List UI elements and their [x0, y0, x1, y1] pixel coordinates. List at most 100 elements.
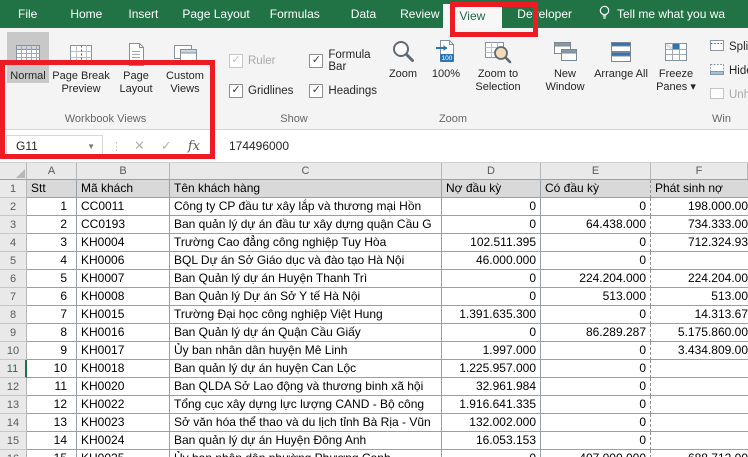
tab-view[interactable]: View [443, 4, 503, 28]
cell[interactable]: 0 [442, 216, 541, 234]
cell[interactable]: 1.391.635.300 [442, 306, 541, 324]
cell[interactable]: Ủy ban nhân dân phường Phương Canh [170, 450, 442, 457]
column-header[interactable]: B [77, 163, 170, 180]
cell[interactable]: KH0022 [77, 396, 170, 414]
cell[interactable]: KH0007 [77, 270, 170, 288]
cell[interactable] [651, 378, 748, 396]
tell-me-box[interactable]: Tell me what you wa [598, 5, 748, 23]
cell[interactable]: Trường Cao đẳng công nghiệp Tuy Hòa [170, 234, 442, 252]
cell[interactable]: BQL Dự án Sở Giáo dục và đào tạo Hà Nội [170, 252, 442, 270]
arrange-all-button[interactable]: Arrange All [593, 32, 649, 81]
cell[interactable]: 0 [442, 270, 541, 288]
cell[interactable]: 12 [27, 396, 77, 414]
cell[interactable]: 4 [27, 252, 77, 270]
tab-formulas[interactable]: Formulas [270, 7, 320, 21]
page-break-preview-button[interactable]: Page Break Preview [49, 32, 113, 95]
cell[interactable]: 86.289.287 [541, 324, 651, 342]
row-header[interactable]: 15 [0, 432, 27, 450]
new-window-button[interactable]: New Window [537, 32, 593, 93]
row-header[interactable]: 10 [0, 342, 27, 360]
cell[interactable]: 14.313.67 [651, 306, 748, 324]
cell[interactable]: 5 [27, 270, 77, 288]
insert-function-icon[interactable]: fx [180, 139, 208, 154]
row-header[interactable]: 14 [0, 414, 27, 432]
chevron-down-icon[interactable]: ▼ [80, 142, 102, 151]
cell[interactable] [651, 396, 748, 414]
cell[interactable]: 407.000.000 [541, 450, 651, 457]
cell[interactable]: Ủy ban nhân dân huyện Mê Linh [170, 342, 442, 360]
row-header[interactable]: 12 [0, 378, 27, 396]
cell[interactable]: Sở văn hóa thể thao và du lịch tỉnh Bà R… [170, 414, 442, 432]
cell[interactable]: KH0006 [77, 252, 170, 270]
unhide-button[interactable]: Unhide [709, 87, 748, 103]
cell[interactable]: 15 [27, 450, 77, 457]
row-header[interactable]: 1 [0, 180, 27, 198]
cell[interactable]: KH0017 [77, 342, 170, 360]
cell[interactable]: 0 [442, 450, 541, 457]
cell[interactable]: 3 [27, 234, 77, 252]
cell[interactable]: 0 [541, 252, 651, 270]
split-button[interactable]: Split [709, 39, 748, 55]
cell[interactable]: Stt [27, 180, 77, 198]
zoom-to-selection-button[interactable]: Zoom to Selection [467, 32, 529, 93]
cell[interactable]: 0 [541, 342, 651, 360]
row-header[interactable]: 11 [0, 360, 27, 378]
freeze-panes-button[interactable]: Freeze Panes ▾ [649, 32, 703, 93]
cell[interactable]: 0 [541, 234, 651, 252]
tab-data[interactable]: Data [351, 7, 376, 21]
cell[interactable]: Tổng cục xây dựng lực lượng CAND - Bộ cô… [170, 396, 442, 414]
cell[interactable]: 14 [27, 432, 77, 450]
cell[interactable]: 688.712.00 [651, 450, 748, 457]
cell[interactable]: CC0193 [77, 216, 170, 234]
cell[interactable]: KH0023 [77, 414, 170, 432]
cell[interactable]: 1.916.641.335 [442, 396, 541, 414]
cell[interactable]: 7 [27, 306, 77, 324]
cell[interactable]: 0 [442, 198, 541, 216]
cancel-icon[interactable]: ✕ [126, 138, 153, 154]
enter-icon[interactable]: ✓ [153, 138, 180, 154]
column-header[interactable]: C [170, 163, 442, 180]
cell[interactable]: KH0025 [77, 450, 170, 457]
cell[interactable]: Ban QLDA Sở Lao động và thương binh xã h… [170, 378, 442, 396]
select-all-corner[interactable] [0, 163, 27, 180]
row-header[interactable]: 9 [0, 324, 27, 342]
row-header[interactable]: 7 [0, 288, 27, 306]
cell[interactable]: 712.324.93 [651, 234, 748, 252]
cell[interactable]: Ban quản lý dự án Huyện Đông Anh [170, 432, 442, 450]
normal-view-button[interactable]: Normal [7, 32, 49, 83]
zoom-button[interactable]: Zoom [381, 32, 425, 81]
headings-checkbox[interactable]: ✓ Headings [309, 78, 377, 104]
cell[interactable]: Công ty CP đầu tư xây lắp và thương mại … [170, 198, 442, 216]
cell[interactable]: 16.053.153 [442, 432, 541, 450]
row-header[interactable]: 16 [0, 450, 27, 457]
cell[interactable]: Ban Quản lý Dự án Sở Y tế Hà Nội [170, 288, 442, 306]
cell[interactable]: 13 [27, 414, 77, 432]
page-layout-button[interactable]: Page Layout [113, 32, 159, 95]
cell[interactable]: KH0004 [77, 234, 170, 252]
cell[interactable]: Tên khách hàng [170, 180, 442, 198]
column-header[interactable]: D [442, 163, 541, 180]
tab-page-layout[interactable]: Page Layout [182, 7, 249, 21]
cell[interactable]: Phát sinh nợ [651, 180, 748, 198]
gridlines-checkbox[interactable]: ✓ Gridlines [229, 78, 293, 104]
cell[interactable] [651, 414, 748, 432]
formula-bar-checkbox[interactable]: ✓ Formula Bar [309, 48, 377, 74]
row-header[interactable]: 4 [0, 234, 27, 252]
cell[interactable]: 132.002.000 [442, 414, 541, 432]
tab-review[interactable]: Review [400, 7, 439, 21]
cell[interactable]: 10 [27, 360, 77, 378]
cell[interactable]: Trường Đại học công nghiệp Việt Hung [170, 306, 442, 324]
cell[interactable]: KH0008 [77, 288, 170, 306]
cell[interactable]: 46.000.000 [442, 252, 541, 270]
cell[interactable]: 0 [442, 324, 541, 342]
cell[interactable]: 1 [27, 198, 77, 216]
name-box[interactable]: G11 ▼ [6, 135, 103, 157]
row-header[interactable]: 2 [0, 198, 27, 216]
cell[interactable]: 513.00 [651, 288, 748, 306]
cell[interactable]: Có đầu kỳ [541, 180, 651, 198]
cell[interactable]: 0 [541, 414, 651, 432]
cell[interactable]: Ban Quản lý dự án Huyện Thanh Trì [170, 270, 442, 288]
column-header[interactable]: F [651, 163, 748, 180]
cell[interactable]: Nợ đầu kỳ [442, 180, 541, 198]
cell[interactable]: 9 [27, 342, 77, 360]
